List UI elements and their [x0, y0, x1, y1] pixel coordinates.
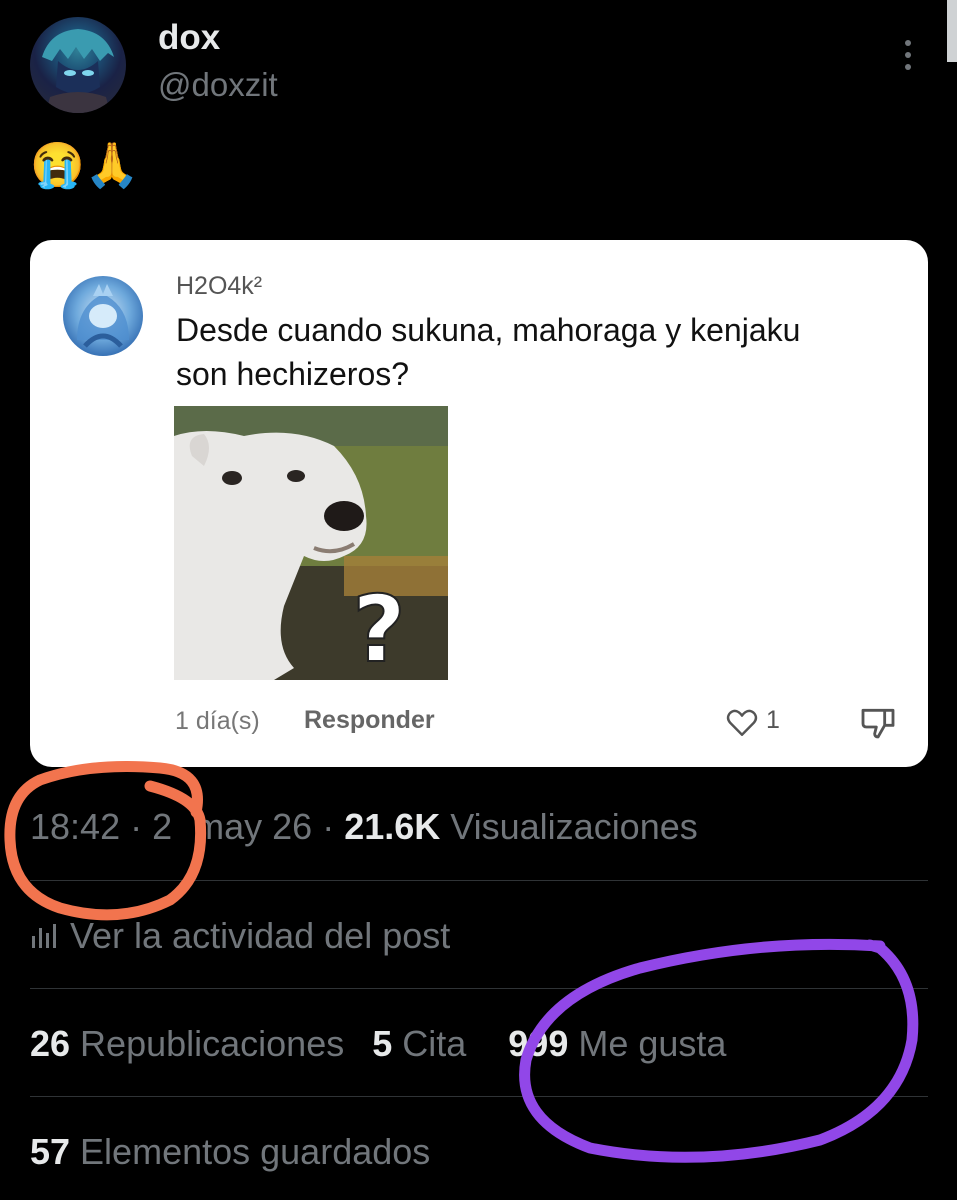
comment-time: 1 día(s) — [175, 707, 260, 735]
bookmarks-stat[interactable]: 57 Elementos guardados — [30, 1131, 430, 1173]
dislike-button[interactable] — [858, 702, 898, 742]
post-date[interactable]: may 26 — [194, 806, 312, 847]
like-button[interactable]: 1 — [724, 702, 804, 742]
post-metadata: 18:42 · 2 may 26 · 21.6K Visualizaciones — [30, 806, 698, 848]
post-date-prefix[interactable]: 2 — [152, 806, 172, 847]
divider — [30, 880, 928, 881]
quotes-label: Cita — [392, 1023, 467, 1064]
avatar-image — [42, 29, 114, 113]
views-count: 21.6K — [344, 806, 441, 847]
like-count: 1 — [766, 706, 780, 734]
commenter-avatar-image — [77, 284, 129, 348]
heart-icon — [726, 709, 758, 736]
quotes-count: 5 — [372, 1023, 393, 1064]
thumbs-down-icon — [861, 708, 895, 739]
likes-count: 999 — [508, 1023, 569, 1064]
author-handle[interactable]: @doxzit — [158, 66, 278, 104]
commenter-avatar[interactable] — [63, 276, 143, 356]
reply-button[interactable]: Responder — [304, 706, 435, 735]
author-avatar[interactable] — [30, 17, 126, 113]
likes-stat[interactable]: 999 Me gusta — [508, 1023, 726, 1064]
saved-count: 57 — [30, 1131, 71, 1172]
bar-chart-icon — [32, 924, 56, 948]
reposts-count: 26 — [30, 1023, 71, 1064]
quoted-comment-card[interactable]: H2O4k² Desde cuando sukuna, mahoraga y k… — [30, 240, 928, 767]
comment-text: Desde cuando sukuna, mahoraga y kenjaku … — [176, 312, 801, 392]
commenter-username[interactable]: H2O4k² — [176, 272, 262, 301]
meta-separator: · — [312, 806, 345, 847]
divider — [30, 1096, 928, 1097]
reposts-stat[interactable]: 26 Republicaciones — [30, 1023, 344, 1064]
activity-label: Ver la actividad del post — [70, 915, 451, 956]
likes-label: Me gusta — [568, 1023, 727, 1064]
divider — [30, 988, 928, 989]
saved-label: Elementos guardados — [70, 1131, 431, 1172]
reposts-label: Republicaciones — [70, 1023, 345, 1064]
more-vertical-icon[interactable] — [896, 38, 920, 72]
author-display-name[interactable]: dox — [158, 18, 220, 58]
post-body-text: 😭🙏 — [30, 141, 140, 190]
meta-separator: · — [120, 806, 153, 847]
quotes-stat[interactable]: 5 Cita — [372, 1023, 466, 1064]
svg-text:?: ? — [352, 576, 405, 680]
view-post-activity-link[interactable]: Ver la actividad del post — [30, 915, 450, 957]
engagement-stats: 26 Republicaciones 5 Cita 999 Me gusta — [30, 1023, 754, 1065]
views-label: Visualizaciones — [440, 806, 698, 847]
scrollbar[interactable] — [947, 0, 957, 62]
post-time[interactable]: 18:42 — [30, 806, 120, 847]
dog-question-mark-image[interactable]: ? — [174, 406, 448, 680]
